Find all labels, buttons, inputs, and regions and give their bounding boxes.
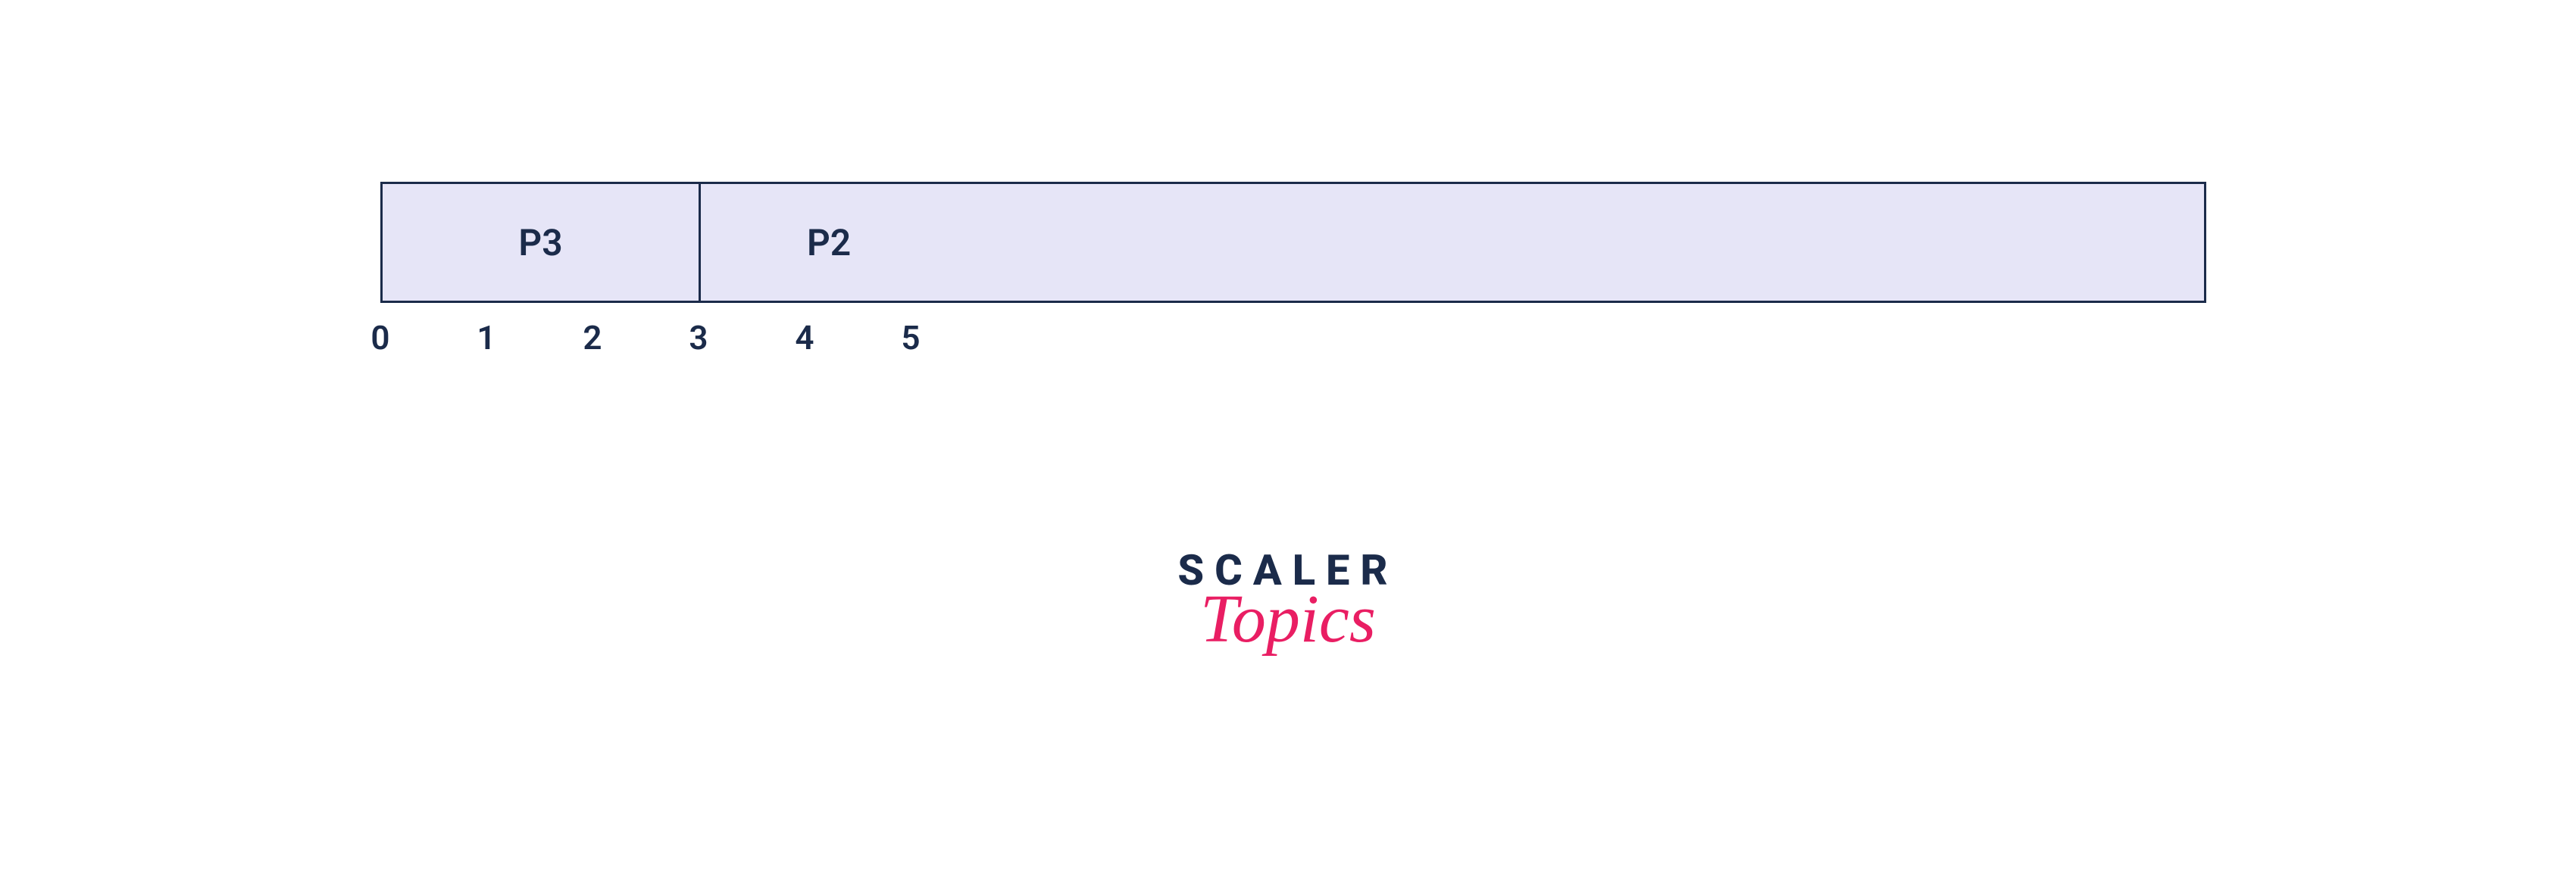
- scaler-topics-logo: SCALER Topics: [1177, 545, 1398, 658]
- segment-label-p2: P2: [807, 221, 851, 264]
- tick-5: 5: [901, 318, 920, 357]
- tick-axis: 0 1 2 3 4 5: [380, 318, 2206, 364]
- segment-p3: P3: [383, 184, 701, 301]
- tick-2: 2: [583, 318, 602, 357]
- segment-label-p3: P3: [518, 221, 562, 264]
- tick-1: 1: [477, 318, 496, 357]
- segment-p2: P2: [701, 184, 2204, 301]
- gantt-chart: P3 P2 0 1 2 3 4 5: [380, 182, 2206, 364]
- tick-4: 4: [795, 318, 814, 357]
- tick-3: 3: [689, 318, 708, 357]
- gantt-bar: P3 P2: [380, 182, 2206, 303]
- logo-line2: Topics: [1177, 580, 1398, 658]
- tick-0: 0: [370, 318, 389, 357]
